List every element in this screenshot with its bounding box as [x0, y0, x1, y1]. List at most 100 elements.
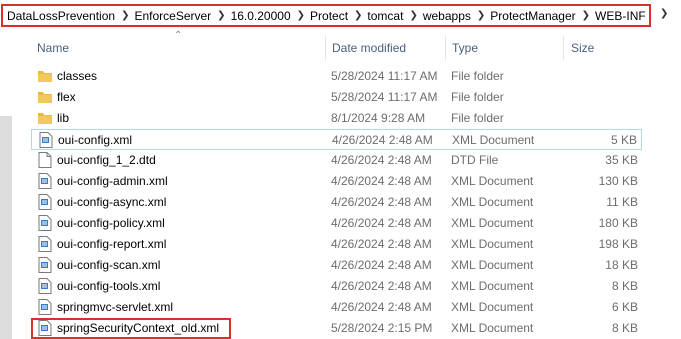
folder-icon [38, 89, 52, 105]
file-name: oui-config_1_2.dtd [57, 153, 156, 167]
file-row[interactable]: oui-config-tools.xml 4/26/2024 2:48 AM XML… [31, 276, 642, 297]
file-type: XML Document [451, 195, 534, 209]
breadcrumb-item[interactable]: ProtectManager [490, 9, 575, 23]
chevron-right-icon[interactable]: ❯ [121, 10, 129, 21]
xml-file-icon [38, 257, 52, 273]
column-divider[interactable] [325, 36, 326, 60]
file-type: XML Document [451, 216, 534, 230]
file-name: oui-config-async.xml [57, 195, 167, 209]
file-row[interactable]: flex 5/28/2024 11:17 AM File folder [31, 87, 642, 108]
xml-file-icon [38, 236, 52, 252]
file-type: File folder [451, 90, 504, 104]
xml-file-icon [38, 299, 52, 315]
file-type: XML Document [451, 258, 534, 272]
file-row[interactable]: springmvc-servlet.xml 4/26/2024 2:48 AM XM… [31, 297, 642, 318]
folder-icon [38, 68, 52, 84]
file-type: DTD File [451, 153, 499, 167]
breadcrumb[interactable]: DataLossPrevention ❯ EnforceServer ❯ 16.0.20… [1, 4, 651, 27]
chevron-right-icon[interactable]: ❯ [477, 10, 485, 21]
address-bar[interactable]: DataLossPrevention ❯ EnforceServer ❯ 16.0.20… [0, 0, 681, 30]
xml-file-icon [38, 173, 52, 189]
navigation-pane-scrollbar[interactable] [0, 116, 12, 339]
file-name: flex [57, 90, 76, 104]
file-row[interactable]: oui-config-policy.xml 4/26/2024 2:48 AM XM… [31, 213, 642, 234]
file-date-modified: 4/26/2024 2:48 AM [331, 279, 432, 293]
file-size: 11 KB [606, 195, 638, 209]
file-type: XML Document [451, 174, 534, 188]
file-type: XML Document [451, 279, 534, 293]
file-size: 130 KB [598, 174, 638, 188]
file-name: oui-config-tools.xml [57, 279, 161, 293]
xml-file-icon [38, 215, 52, 231]
file-date-modified: 4/26/2024 2:48 AM [331, 300, 432, 314]
column-divider[interactable] [563, 36, 564, 60]
file-row[interactable]: oui-config-report.xml 4/26/2024 2:48 AM XM… [31, 234, 642, 255]
chevron-right-icon[interactable]: ❯ [409, 10, 417, 21]
file-type: File folder [451, 111, 504, 125]
file-row[interactable]: oui-config.xml 4/26/2024 2:48 AM XML Docum… [31, 129, 642, 150]
file-row[interactable]: oui-config-scan.xml 4/26/2024 2:48 AM XML … [31, 255, 642, 276]
file-name: springmvc-servlet.xml [57, 300, 174, 314]
file-type: XML Document [451, 300, 534, 314]
column-header-size[interactable]: Size [571, 41, 594, 55]
file-date-modified: 4/26/2024 2:48 AM [331, 216, 432, 230]
chevron-right-icon[interactable]: ❯ [217, 10, 225, 21]
file-name: oui-config-scan.xml [57, 258, 161, 272]
file-type: File folder [451, 69, 504, 83]
file-date-modified: 4/26/2024 2:48 AM [332, 133, 433, 147]
folder-icon [38, 110, 52, 126]
file-size: 6 KB [611, 300, 638, 314]
file-size: 5 KB [610, 133, 637, 147]
chevron-right-icon[interactable]: ❯ [660, 8, 668, 19]
file-size: 198 KB [598, 237, 638, 251]
xml-file-icon [39, 132, 53, 148]
file-size: 8 KB [611, 279, 638, 293]
chevron-right-icon[interactable]: ❯ [297, 10, 305, 21]
file-size: 18 KB [605, 258, 638, 272]
file-date-modified: 4/26/2024 2:48 AM [331, 237, 432, 251]
file-row[interactable]: oui-config_1_2.dtd 4/26/2024 2:48 AM DTD F… [31, 150, 642, 171]
breadcrumb-item[interactable]: DataLossPrevention [7, 9, 115, 23]
sort-ascending-icon: ⌃ [174, 30, 183, 41]
file-date-modified: 8/1/2024 9:28 AM [331, 111, 426, 125]
chevron-right-icon[interactable]: ❯ [354, 10, 362, 21]
file-name: lib [57, 111, 70, 125]
file-date-modified: 5/28/2024 11:17 AM [331, 69, 438, 83]
xml-file-icon [38, 278, 52, 294]
file-type: XML Document [451, 321, 534, 335]
file-name: oui-config-report.xml [57, 237, 167, 251]
column-header-name[interactable]: Name [37, 41, 69, 55]
chevron-right-icon[interactable]: ❯ [582, 10, 590, 21]
breadcrumb-item[interactable]: WEB-INF [595, 9, 646, 23]
file-size: 180 KB [598, 216, 638, 230]
file-date-modified: 5/28/2024 11:17 AM [331, 90, 438, 104]
breadcrumb-item[interactable]: webapps [423, 9, 471, 23]
file-icon [38, 152, 52, 168]
column-divider[interactable] [445, 36, 446, 60]
breadcrumb-item[interactable]: Protect [310, 9, 348, 23]
column-header-row: ⌃ Name Date modified Type Size [0, 30, 681, 62]
file-name: classes [57, 69, 98, 83]
xml-file-icon [38, 194, 52, 210]
breadcrumb-item[interactable]: EnforceServer [134, 9, 211, 23]
file-type: XML Document [452, 133, 535, 147]
file-type: XML Document [451, 237, 534, 251]
file-name: oui-config-admin.xml [57, 174, 168, 188]
file-date-modified: 5/28/2024 2:15 PM [331, 321, 433, 335]
file-date-modified: 4/26/2024 2:48 AM [331, 258, 432, 272]
file-name: oui-config-policy.xml [57, 216, 165, 230]
file-size: 8 KB [611, 321, 638, 335]
file-date-modified: 4/26/2024 2:48 AM [331, 174, 432, 188]
file-row[interactable]: lib 8/1/2024 9:28 AM File folder [31, 108, 642, 129]
annotation-highlight-box [31, 318, 231, 339]
file-size: 35 KB [605, 153, 638, 167]
column-header-date[interactable]: Date modified [332, 41, 406, 55]
file-date-modified: 4/26/2024 2:48 AM [331, 195, 432, 209]
file-row[interactable]: oui-config-admin.xml 4/26/2024 2:48 AM XML… [31, 171, 642, 192]
file-name: oui-config.xml [58, 133, 133, 147]
column-header-type[interactable]: Type [452, 41, 478, 55]
file-row[interactable]: oui-config-async.xml 4/26/2024 2:48 AM XML… [31, 192, 642, 213]
breadcrumb-item[interactable]: 16.0.20000 [231, 9, 291, 23]
file-row[interactable]: classes 5/28/2024 11:17 AM File folder [31, 66, 642, 87]
breadcrumb-item[interactable]: tomcat [367, 9, 403, 23]
